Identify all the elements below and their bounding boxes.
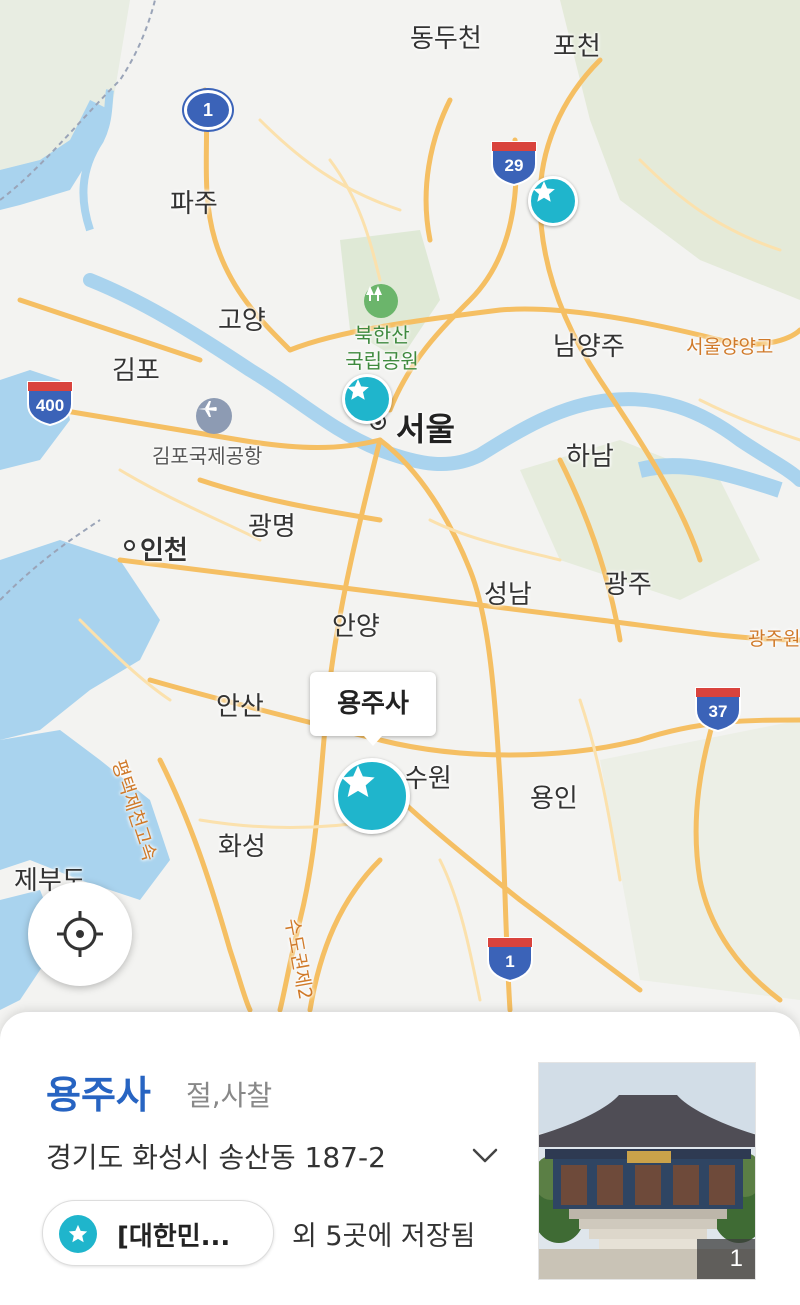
airplane-icon[interactable] xyxy=(196,398,232,434)
map-label-anyang[interactable]: 안양 xyxy=(332,606,380,643)
map-label-pocheon[interactable]: 포천 xyxy=(553,26,601,63)
map-label-gimpo[interactable]: 김포 xyxy=(112,350,160,387)
map-label-suwon[interactable]: 수원 xyxy=(404,758,452,795)
star-icon xyxy=(533,181,555,202)
map-label-bukhansan-park[interactable]: 북한산 국립공원 xyxy=(336,322,428,374)
map-label-seoul[interactable]: 서울 xyxy=(396,404,455,450)
selected-place-callout[interactable]: 용주사 xyxy=(310,672,436,746)
route-shield-1-north[interactable]: 1 xyxy=(184,90,232,130)
star-icon xyxy=(347,379,369,400)
tree-icon[interactable] xyxy=(364,284,398,318)
route-shield-400[interactable]: 400 xyxy=(26,380,74,426)
current-location-button[interactable] xyxy=(28,882,132,986)
selected-place-pin[interactable] xyxy=(334,758,410,834)
crosshair-icon xyxy=(57,911,103,957)
map-label-namyangju[interactable]: 남양주 xyxy=(553,326,625,363)
map-label-gwangmyeong[interactable]: 광명 xyxy=(248,506,296,543)
saved-list-label: [대한민... xyxy=(117,1222,231,1252)
star-icon xyxy=(59,1215,97,1253)
map-label-dongducheon[interactable]: 동두천 xyxy=(410,18,482,55)
city-marker-icon xyxy=(124,540,135,551)
star-icon xyxy=(341,765,375,797)
map-label-goyang[interactable]: 고양 xyxy=(218,300,266,337)
place-name[interactable]: 용주사 xyxy=(46,1064,151,1119)
map-label-gimpo-airport[interactable]: 김포국제공항 xyxy=(152,440,262,469)
chevron-down-icon[interactable] xyxy=(470,1144,500,1168)
map-label-paju[interactable]: 파주 xyxy=(170,183,218,220)
map-label-hanam[interactable]: 하남 xyxy=(566,436,614,473)
map-label-yongin[interactable]: 용인 xyxy=(530,778,578,815)
map-label-seongnam[interactable]: 성남 xyxy=(484,574,532,611)
map-label-incheon[interactable]: 인천 xyxy=(140,530,188,567)
route-shield-37[interactable]: 37 xyxy=(694,686,742,732)
map-label-ansan[interactable]: 안산 xyxy=(216,686,264,723)
saved-list-chip[interactable]: [대한민... xyxy=(42,1200,274,1266)
saved-count-text: 외 5곳에 저장됨 xyxy=(292,1221,476,1252)
place-address[interactable]: 경기도 화성시 송산동 187-2 xyxy=(46,1136,386,1176)
place-category: 절,사찰 xyxy=(186,1079,273,1112)
expressway-label-gwangju-won: 광주원 xyxy=(748,628,800,650)
saved-place-pin[interactable] xyxy=(528,176,578,226)
expressway-label-seoul-yangyang: 서울양양고 xyxy=(686,336,774,358)
photo-count-badge: 1 xyxy=(697,1239,755,1279)
map-label-gwangju[interactable]: 광주 xyxy=(604,564,652,601)
route-shield-1-south[interactable]: 1 xyxy=(486,936,534,982)
saved-place-pin[interactable] xyxy=(342,374,392,424)
map-label-hwaseong[interactable]: 화성 xyxy=(218,826,266,863)
place-photo-thumbnail[interactable]: 1 xyxy=(538,1062,756,1280)
